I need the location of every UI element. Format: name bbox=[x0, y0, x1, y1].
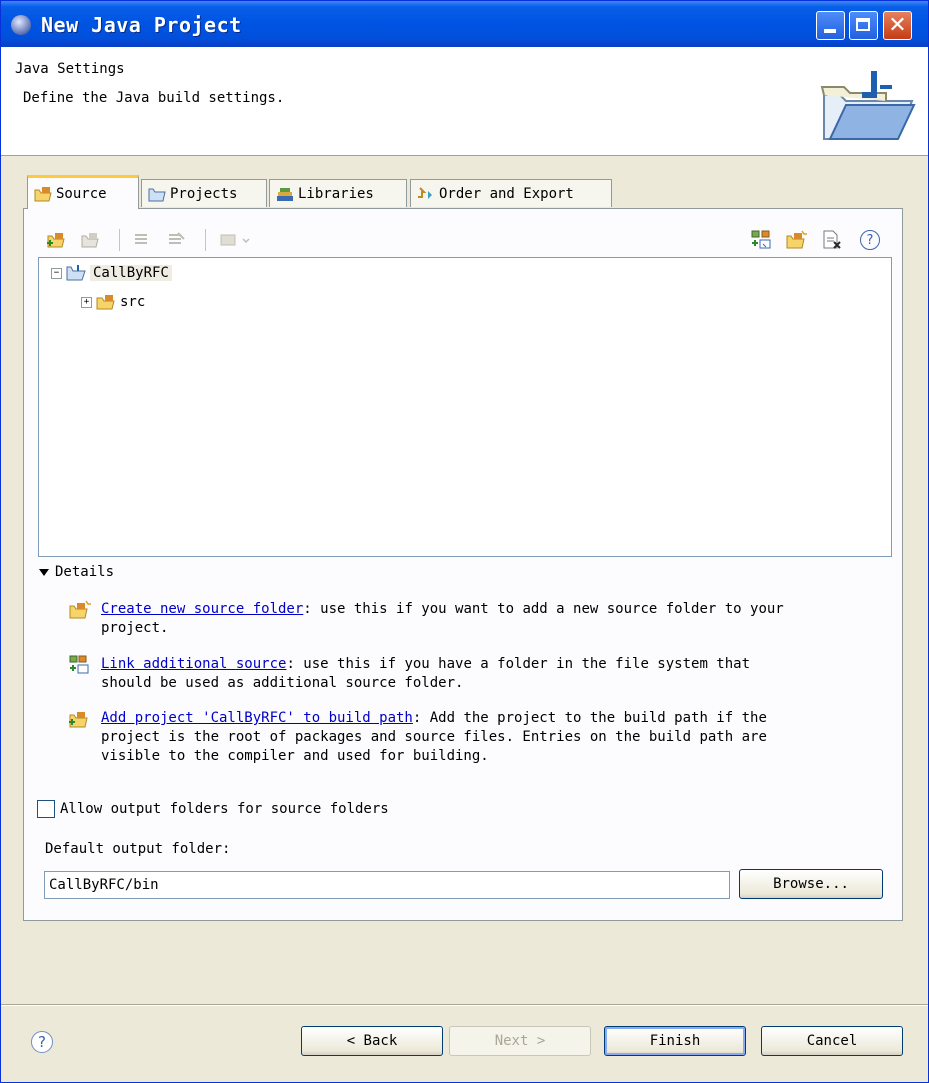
help-glyph: ? bbox=[860, 230, 880, 250]
tab-label: Libraries bbox=[298, 185, 374, 202]
create-folder-icon bbox=[69, 600, 91, 619]
maximize-icon bbox=[856, 18, 870, 31]
link-source-icon[interactable] bbox=[751, 229, 773, 251]
tab-source[interactable]: Source bbox=[27, 175, 139, 209]
configure-icon bbox=[217, 229, 253, 251]
remove-icon bbox=[79, 229, 101, 251]
add-project-to-build-path-link[interactable]: Add project 'CallByRFC' to build path bbox=[101, 710, 413, 726]
detail-text: should be used as additional source fold… bbox=[101, 675, 464, 691]
detail-text: : Add the project to the build path if t… bbox=[412, 710, 767, 726]
link-additional-source-link[interactable]: Link additional source bbox=[101, 656, 286, 672]
page-description: Define the Java build settings. bbox=[23, 90, 285, 106]
java-project-wizard-icon bbox=[820, 71, 916, 140]
next-button[interactable]: Next > bbox=[449, 1026, 591, 1056]
help-button[interactable]: ? bbox=[31, 1031, 53, 1053]
tree-node-project[interactable]: − CallByRFC bbox=[51, 262, 172, 284]
browse-button[interactable]: Browse... bbox=[739, 869, 883, 899]
source-folder-tree[interactable]: − CallByRFC + src bbox=[38, 257, 892, 557]
add-project-icon bbox=[69, 712, 88, 728]
title-bar[interactable]: New Java Project ✕ bbox=[1, 1, 928, 47]
expand-toggle[interactable]: + bbox=[81, 296, 92, 308]
link-source-icon bbox=[69, 655, 89, 674]
tree-node-label: CallByRFC bbox=[90, 265, 172, 281]
toolbar-separator bbox=[205, 229, 206, 251]
help-icon[interactable]: ? bbox=[859, 229, 881, 251]
details-heading: Details bbox=[55, 564, 115, 580]
close-button[interactable]: ✕ bbox=[883, 11, 912, 40]
source-folder-icon bbox=[96, 295, 115, 310]
libraries-icon bbox=[277, 187, 293, 201]
create-folder-icon[interactable] bbox=[785, 229, 807, 251]
tab-label: Projects bbox=[170, 185, 238, 202]
source-folder-icon bbox=[34, 186, 52, 201]
tree-node-src[interactable]: + src bbox=[81, 291, 145, 313]
cancel-button[interactable]: Cancel bbox=[761, 1026, 903, 1056]
include-icon bbox=[131, 229, 153, 251]
project-folder-icon bbox=[66, 265, 86, 281]
finish-button[interactable]: Finish bbox=[604, 1026, 746, 1056]
tab-order-and-export[interactable]: Order and Export bbox=[410, 179, 612, 207]
page-title: Java Settings bbox=[15, 61, 125, 77]
detail-text: visible to the compiler and used for bui… bbox=[101, 748, 489, 764]
collapse-toggle[interactable]: − bbox=[51, 267, 62, 279]
projects-icon bbox=[148, 188, 166, 201]
back-button[interactable]: < Back bbox=[301, 1026, 443, 1056]
tree-node-label: src bbox=[120, 294, 146, 310]
allow-output-folders-label: Allow output folders for source folders bbox=[60, 801, 389, 817]
detail-text: project is the root of packages and sour… bbox=[101, 729, 767, 745]
order-export-icon bbox=[418, 186, 432, 199]
window-title: New Java Project bbox=[41, 13, 242, 37]
minimize-icon bbox=[824, 29, 836, 33]
detail-text: : use this if you have a folder in the f… bbox=[286, 656, 751, 672]
source-toolbar: ? bbox=[39, 223, 891, 257]
remove-file-icon[interactable] bbox=[821, 229, 843, 251]
wizard-header: Java Settings Define the Java build sett… bbox=[1, 47, 928, 156]
eclipse-icon bbox=[11, 15, 31, 35]
add-source-folder-icon[interactable] bbox=[45, 229, 67, 251]
default-output-folder-input[interactable] bbox=[44, 871, 730, 899]
triangle-down-icon bbox=[39, 568, 49, 576]
toolbar-separator bbox=[119, 229, 120, 251]
tab-label: Order and Export bbox=[439, 185, 574, 202]
maximize-button[interactable] bbox=[849, 11, 878, 40]
close-icon: ✕ bbox=[888, 13, 907, 38]
exclude-icon bbox=[165, 229, 187, 251]
tab-projects[interactable]: Projects bbox=[141, 179, 267, 207]
allow-output-folders-checkbox[interactable] bbox=[37, 800, 55, 818]
detail-text: : use this if you want to add a new sour… bbox=[303, 601, 784, 617]
tab-label: Source bbox=[56, 185, 107, 202]
default-output-folder-label: Default output folder: bbox=[45, 841, 231, 857]
detail-text: project. bbox=[101, 620, 169, 636]
create-source-folder-link[interactable]: Create new source folder bbox=[101, 601, 303, 617]
tab-libraries[interactable]: Libraries bbox=[269, 179, 407, 207]
allow-output-folders-option[interactable]: Allow output folders for source folders bbox=[37, 800, 389, 818]
new-java-project-dialog: New Java Project ✕ Java Settings Define … bbox=[0, 0, 929, 1083]
minimize-button[interactable] bbox=[816, 11, 845, 40]
footer-separator bbox=[1, 1004, 928, 1006]
details-toggle[interactable]: Details bbox=[39, 564, 114, 580]
